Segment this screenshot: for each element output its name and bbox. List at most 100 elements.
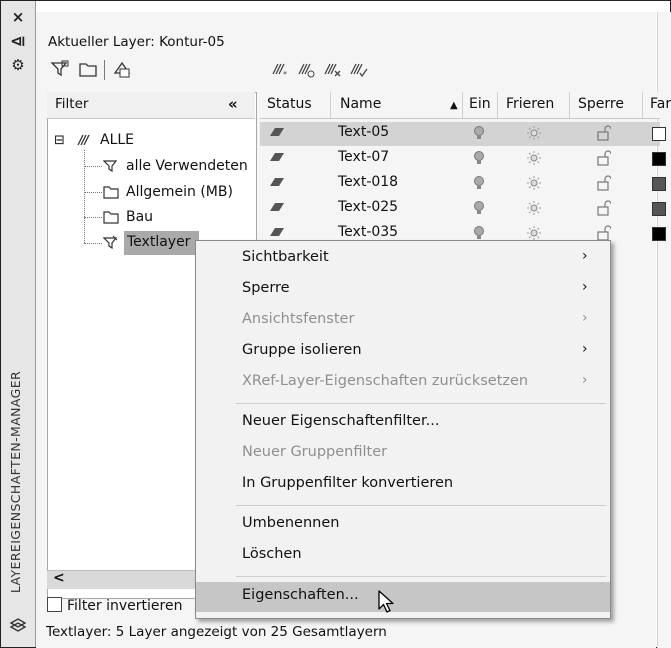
new-layer-icon[interactable]: * xyxy=(270,60,290,79)
submenu-arrow-icon: › xyxy=(582,341,588,357)
column-separator xyxy=(462,92,463,118)
layer-color-swatch[interactable] xyxy=(652,152,666,166)
menu-item-neuer-eigenschaftenfilter[interactable]: Neuer Eigenschaftenfilter... xyxy=(196,408,610,438)
menu-item-neuer-gruppenfilter: Neuer Gruppenfilter xyxy=(196,439,610,469)
menu-item-sperre[interactable]: Sperre › xyxy=(196,275,610,305)
tree-connector xyxy=(84,217,102,218)
menu-item-loeschen[interactable]: Löschen xyxy=(196,541,610,571)
layer-properties-icon[interactable] xyxy=(9,615,27,633)
table-row[interactable]: Text-05 xyxy=(260,122,666,146)
tree-item-bau[interactable]: Bau xyxy=(126,209,153,225)
new-property-filter-icon[interactable] xyxy=(50,60,70,78)
close-icon[interactable]: × xyxy=(5,7,31,27)
layer-status-icon[interactable] xyxy=(268,150,286,168)
tree-root-toggle[interactable]: ⊟ xyxy=(54,133,65,148)
menu-item-umbenennen[interactable]: Umbenennen xyxy=(196,510,610,540)
layer-color-swatch[interactable] xyxy=(652,202,666,216)
tree-connector xyxy=(84,243,102,244)
menu-item-label: Eigenschaften... xyxy=(242,587,359,603)
menu-item-label: Umbenennen xyxy=(242,515,340,531)
menu-separator xyxy=(236,576,606,577)
filter-invert-label: Filter invertieren xyxy=(67,598,183,614)
column-farbe[interactable]: Far xyxy=(650,96,671,112)
tree-connector xyxy=(84,150,85,243)
sun-icon[interactable] xyxy=(526,150,542,170)
layer-states-manager-icon[interactable] xyxy=(112,60,132,78)
menu-item-sichtbarkeit[interactable]: Sichtbarkeit › xyxy=(196,244,610,274)
menu-item-label: Gruppe isolieren xyxy=(242,342,362,358)
menu-item-label: Neuer Gruppenfilter xyxy=(242,444,388,460)
lightbulb-icon[interactable] xyxy=(473,200,485,220)
column-separator xyxy=(330,92,331,118)
all-layers-icon xyxy=(76,132,92,148)
table-row[interactable]: Text-025 xyxy=(260,197,666,221)
layer-name[interactable]: Text-018 xyxy=(338,174,398,190)
column-separator xyxy=(497,92,498,118)
tree-item-allgemein[interactable]: Allgemein (MB) xyxy=(126,184,233,200)
layer-color-swatch[interactable] xyxy=(652,177,666,191)
mouse-cursor-icon xyxy=(377,589,397,619)
filter-invert-option[interactable]: Filter invertieren xyxy=(47,597,182,614)
menu-item-eigenschaften[interactable]: Eigenschaften... xyxy=(196,582,610,612)
toolbar-separator xyxy=(104,60,105,80)
property-filter-icon xyxy=(102,158,119,174)
unlocked-padlock-icon[interactable] xyxy=(597,200,612,220)
sun-icon[interactable] xyxy=(526,125,542,145)
table-row[interactable]: Text-018 xyxy=(260,172,666,196)
menu-item-gruppe-isolieren[interactable]: Gruppe isolieren › xyxy=(196,337,610,367)
layer-name[interactable]: Text-035 xyxy=(338,224,398,240)
pin-icon[interactable]: ⧏ xyxy=(5,31,31,51)
column-separator xyxy=(569,92,570,118)
column-name[interactable]: Name xyxy=(340,96,381,112)
layer-status-icon[interactable] xyxy=(268,125,286,143)
menu-item-label: In Gruppenfilter konvertieren xyxy=(242,475,454,491)
submenu-arrow-icon: › xyxy=(582,279,588,295)
column-frieren[interactable]: Frieren xyxy=(506,96,554,112)
menu-separator xyxy=(236,403,606,404)
table-row[interactable]: Text-07 xyxy=(260,147,666,171)
layer-status-icon[interactable] xyxy=(268,200,286,218)
set-current-icon[interactable] xyxy=(348,60,368,78)
current-layer-label: Aktueller Layer: Kontur-05 xyxy=(48,34,225,50)
column-sperre[interactable]: Sperre xyxy=(578,96,624,112)
sun-icon[interactable] xyxy=(526,200,542,220)
layer-name[interactable]: Text-07 xyxy=(338,149,389,165)
new-layer-vp-frozen-icon[interactable] xyxy=(296,60,316,78)
menu-separator xyxy=(236,505,606,506)
column-status[interactable]: Status xyxy=(267,96,312,112)
scroll-left-button[interactable]: < xyxy=(53,570,65,586)
delete-layer-icon[interactable] xyxy=(322,60,342,78)
settings-icon[interactable]: ⚙ xyxy=(5,55,31,75)
unlocked-padlock-icon[interactable] xyxy=(597,150,612,170)
layer-name[interactable]: Text-025 xyxy=(338,199,398,215)
lightbulb-icon[interactable] xyxy=(473,175,485,195)
layer-color-swatch[interactable] xyxy=(652,227,666,241)
collapse-filter-panel-button[interactable]: « xyxy=(228,95,238,113)
status-line: Textlayer: 5 Layer angezeigt von 25 Gesa… xyxy=(46,624,387,640)
property-filter-icon xyxy=(102,235,119,251)
tree-connector xyxy=(84,166,102,167)
layer-color-swatch[interactable] xyxy=(652,127,666,141)
unlocked-padlock-icon[interactable] xyxy=(597,125,612,145)
new-group-filter-icon[interactable] xyxy=(78,60,98,78)
tree-item-textlayer[interactable]: Textlayer xyxy=(127,234,190,250)
svg-text:*: * xyxy=(283,70,287,78)
sun-icon[interactable] xyxy=(526,175,542,195)
palette-title: LAYEREIGENSCHAFTEN-MANAGER xyxy=(8,370,23,594)
tree-item-alle-verwendeten[interactable]: alle Verwendeten xyxy=(126,158,248,174)
menu-item-in-gruppenfilter-konvertieren[interactable]: In Gruppenfilter konvertieren xyxy=(196,470,610,500)
menu-item-xref-reset: XRef-Layer-Eigenschaften zurücksetzen › xyxy=(196,368,610,398)
lightbulb-icon[interactable] xyxy=(473,150,485,170)
column-ein[interactable]: Ein xyxy=(469,96,491,112)
menu-item-label: Ansichtsfenster xyxy=(242,311,355,327)
layer-name[interactable]: Text-05 xyxy=(338,124,389,140)
unlocked-padlock-icon[interactable] xyxy=(597,175,612,195)
palette-title-strip[interactable]: × ⧏ ⚙ LAYEREIGENSCHAFTEN-MANAGER xyxy=(1,1,36,647)
tree-item-alle[interactable]: ALLE xyxy=(100,132,134,148)
lightbulb-icon[interactable] xyxy=(473,125,485,145)
layer-status-icon[interactable] xyxy=(268,175,286,193)
menu-item-label: Sichtbarkeit xyxy=(242,249,329,265)
filter-invert-checkbox[interactable] xyxy=(47,597,62,612)
menu-item-label: XRef-Layer-Eigenschaften zurücksetzen xyxy=(242,373,529,389)
column-separator xyxy=(642,92,643,118)
